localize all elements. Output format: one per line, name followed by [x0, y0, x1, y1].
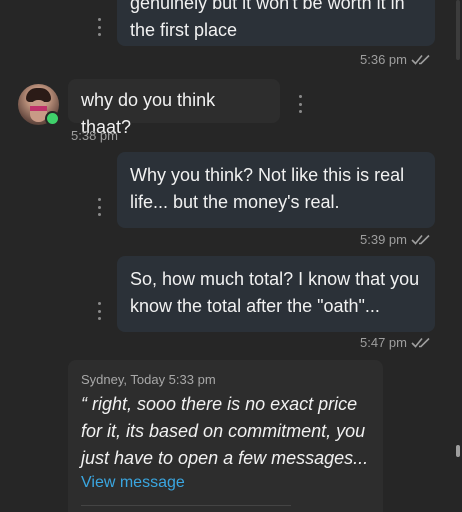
double-check-icon: [411, 337, 430, 348]
outgoing-message-bubble[interactable]: So, how much total? I know that you know…: [117, 256, 435, 332]
quoted-message-card[interactable]: Sydney, Today 5:33 pm “ right, sooo ther…: [68, 360, 383, 512]
outgoing-message-bubble[interactable]: genuinely but it won't be worth it in th…: [117, 0, 435, 46]
outgoing-message-bubble[interactable]: Why you think? Not like this is real lif…: [117, 152, 435, 228]
message-options-icon[interactable]: [93, 198, 105, 216]
double-check-icon: [411, 54, 430, 65]
message-options-icon[interactable]: [93, 302, 105, 320]
chat-screen: genuinely but it won't be worth it in th…: [0, 0, 462, 512]
message-options-icon[interactable]: [294, 95, 306, 113]
incoming-message-bubble[interactable]: why do you think thaat?: [68, 79, 280, 137]
message-meta: 5:36 pm: [360, 52, 431, 67]
message-time: 5:47 pm: [360, 335, 407, 350]
quote-header: Sydney, Today 5:33 pm: [81, 372, 216, 387]
message-meta: 5:38 pm: [71, 128, 118, 143]
scrollbar-thumb[interactable]: [456, 445, 460, 457]
message-time: 5:38 pm: [71, 128, 118, 143]
message-meta: 5:47 pm: [360, 335, 431, 350]
message-options-icon[interactable]: [93, 18, 105, 36]
message-text: genuinely but it won't be worth it in th…: [130, 0, 405, 40]
online-status-indicator: [45, 111, 60, 126]
message-text: So, how much total? I know that you know…: [130, 269, 420, 316]
divider: [81, 505, 291, 506]
double-check-icon: [411, 234, 430, 245]
quote-text: “ right, sooo there is no exact price fo…: [81, 394, 369, 468]
message-time: 5:36 pm: [360, 52, 407, 67]
message-meta: 5:39 pm: [360, 232, 431, 247]
message-text: Why you think? Not like this is real lif…: [130, 165, 405, 212]
view-message-link[interactable]: View message: [81, 474, 185, 492]
message-time: 5:39 pm: [360, 232, 407, 247]
scrollbar[interactable]: [454, 0, 462, 512]
scrollbar-track: [456, 0, 460, 60]
